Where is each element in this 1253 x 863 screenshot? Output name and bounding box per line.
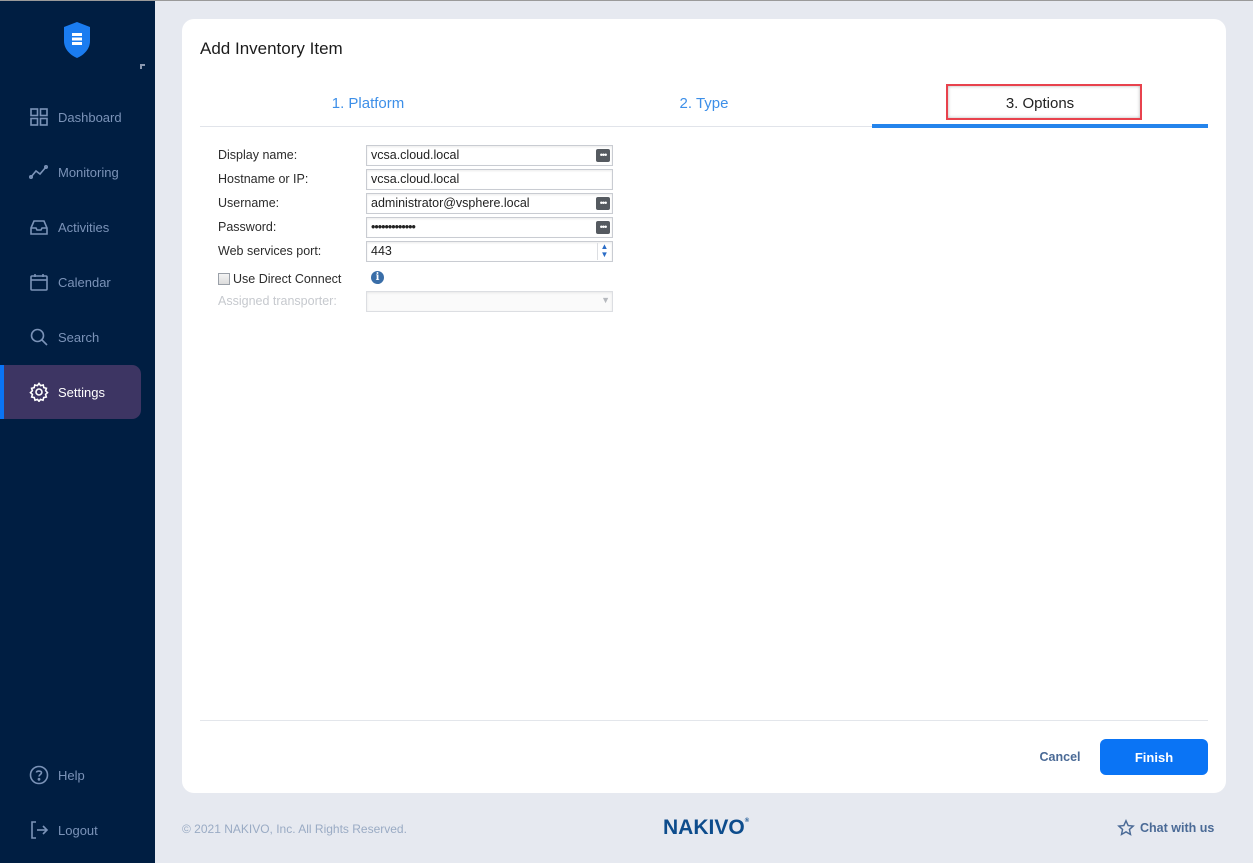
port-row: Web services port: 443 ▲ ▼ <box>218 241 638 262</box>
star-icon <box>1117 819 1135 836</box>
chevron-down-icon: ▼ <box>601 295 610 305</box>
sidebar-item-settings[interactable]: Settings <box>0 365 141 419</box>
sidebar-item-label: Search <box>58 329 100 345</box>
transporter-row: Assigned transporter: ▼ <box>218 291 638 312</box>
hostname-label: Hostname or IP: <box>218 172 309 186</box>
sidebar-item-label: Activities <box>58 219 110 235</box>
transporter-select[interactable]: ▼ <box>366 291 613 312</box>
display-name-value: vcsa.cloud.local <box>371 148 460 162</box>
port-spinner[interactable]: ▲ ▼ <box>597 243 611 260</box>
password-label: Password: <box>218 220 277 234</box>
username-value: administrator@vsphere.local <box>371 196 530 210</box>
username-label: Username: <box>218 196 280 210</box>
sidebar-item-label: Help <box>58 767 85 783</box>
nakivo-logo: NAKIVO® <box>663 816 749 840</box>
collapse-sidebar-icon[interactable] <box>140 64 145 69</box>
grid-icon <box>29 107 49 127</box>
logout-icon <box>29 820 49 840</box>
info-icon[interactable]: i <box>371 271 384 284</box>
copyright-text: © 2021 NAKIVO, Inc. All Rights Reserved. <box>182 822 407 836</box>
sidebar-item-dashboard[interactable]: Dashboard <box>0 90 141 144</box>
help-icon <box>29 765 49 785</box>
more-options-icon[interactable]: ••• <box>596 149 610 162</box>
hostname-input[interactable]: vcsa.cloud.local <box>366 169 613 190</box>
wizard-tabs: 1. Platform 2. Type 3. Options <box>200 81 1208 128</box>
footer-divider <box>200 720 1208 721</box>
more-options-icon[interactable]: ••• <box>596 197 610 210</box>
sidebar-item-label: Dashboard <box>58 109 122 125</box>
port-input[interactable]: 443 ▲ ▼ <box>366 241 613 262</box>
sidebar: Dashboard Monitoring Activities Calendar… <box>0 1 155 863</box>
tab-label: 2. Type <box>679 95 729 112</box>
transporter-label: Assigned transporter: <box>218 294 337 308</box>
sidebar-item-logout[interactable]: Logout <box>0 803 141 857</box>
hostname-value: vcsa.cloud.local <box>371 172 460 186</box>
more-options-icon[interactable]: ••• <box>596 221 610 234</box>
sidebar-item-calendar[interactable]: Calendar <box>0 255 141 309</box>
password-value: ••••••••••••• <box>371 220 416 234</box>
sidebar-item-help[interactable]: Help <box>0 748 141 802</box>
search-icon <box>29 327 49 347</box>
brand-name: NAKIVO <box>663 816 745 839</box>
cancel-button[interactable]: Cancel <box>1028 739 1092 775</box>
tab-label: 3. Options <box>1005 95 1075 112</box>
password-row: Password: ••••••••••••• ••• <box>218 217 638 238</box>
shield-logo-icon[interactable] <box>62 21 92 59</box>
sidebar-item-monitoring[interactable]: Monitoring <box>0 145 141 199</box>
dialog-title: Add Inventory Item <box>200 39 343 58</box>
password-input[interactable]: ••••••••••••• ••• <box>366 217 613 238</box>
username-input[interactable]: administrator@vsphere.local ••• <box>366 193 613 214</box>
gear-icon <box>29 382 49 402</box>
chart-line-icon <box>29 162 49 182</box>
direct-connect-checkbox[interactable] <box>218 273 230 285</box>
registered-mark: ® <box>744 818 750 824</box>
hostname-row: Hostname or IP: vcsa.cloud.local <box>218 169 638 190</box>
display-name-row: Display name: vcsa.cloud.local ••• <box>218 145 638 166</box>
finish-button[interactable]: Finish <box>1100 739 1208 775</box>
sidebar-item-label: Calendar <box>58 274 111 290</box>
display-name-label: Display name: <box>218 148 298 162</box>
tab-type[interactable]: 2. Type <box>536 81 872 126</box>
sidebar-item-activities[interactable]: Activities <box>0 200 141 254</box>
direct-connect-label[interactable]: Use Direct Connect <box>233 272 341 286</box>
sidebar-item-label: Logout <box>58 822 98 838</box>
sidebar-item-label: Settings <box>58 384 105 400</box>
port-value: 443 <box>371 244 392 258</box>
chat-label: Chat with us <box>1140 821 1215 835</box>
add-inventory-dialog: Add Inventory Item 1. Platform 2. Type 3… <box>182 19 1226 793</box>
tab-label: 1. Platform <box>331 95 405 112</box>
chat-with-us-link[interactable]: Chat with us <box>1117 819 1214 837</box>
display-name-input[interactable]: vcsa.cloud.local ••• <box>366 145 613 166</box>
username-row: Username: administrator@vsphere.local ••… <box>218 193 638 214</box>
direct-connect-row: Use Direct Connect i <box>218 269 638 290</box>
calendar-icon <box>29 272 49 292</box>
sidebar-item-search[interactable]: Search <box>0 310 141 364</box>
tab-options[interactable]: 3. Options <box>872 81 1208 128</box>
port-label: Web services port: <box>218 244 322 258</box>
chevron-down-icon[interactable]: ▼ <box>601 251 609 259</box>
inbox-icon <box>29 217 49 237</box>
sidebar-item-label: Monitoring <box>58 164 119 180</box>
tab-platform[interactable]: 1. Platform <box>200 81 536 126</box>
